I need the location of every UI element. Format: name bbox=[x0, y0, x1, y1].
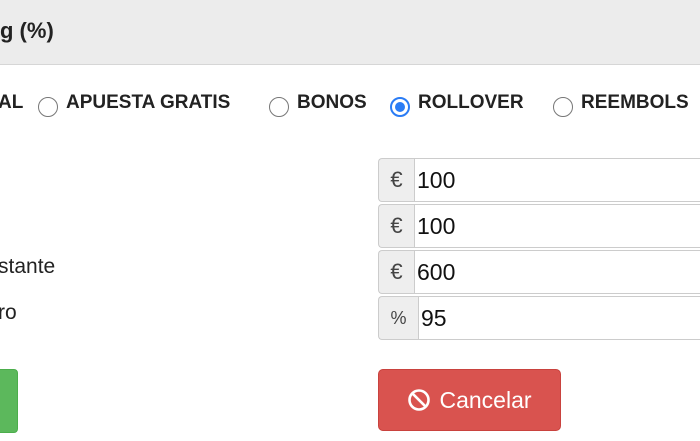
euro-addon: € bbox=[378, 158, 414, 202]
radio-label-apuesta-gratis[interactable]: APUESTA GRATIS bbox=[66, 92, 230, 114]
confirm-button[interactable] bbox=[0, 369, 18, 433]
input-group-3: € bbox=[378, 250, 700, 294]
amount-input-1[interactable] bbox=[414, 158, 700, 202]
input-group-1: € bbox=[378, 158, 700, 202]
cancel-button[interactable]: Cancelar bbox=[378, 369, 561, 431]
radio-label-rollover[interactable]: ROLLOVER bbox=[418, 92, 524, 114]
euro-addon: € bbox=[378, 204, 414, 248]
amount-input-3[interactable] bbox=[414, 250, 700, 294]
field-label-4: ro bbox=[0, 301, 17, 324]
radio-label-reembolso[interactable]: REEMBOLS bbox=[581, 92, 689, 114]
ban-icon bbox=[408, 389, 431, 411]
radio-apuesta-gratis[interactable] bbox=[38, 97, 58, 117]
percent-input[interactable] bbox=[418, 296, 700, 340]
field-label-3: stante bbox=[0, 255, 56, 278]
cancel-button-label: Cancelar bbox=[439, 386, 532, 413]
radio-rollover[interactable] bbox=[390, 97, 410, 117]
percent-addon: % bbox=[378, 296, 418, 340]
euro-addon: € bbox=[378, 250, 414, 294]
modal-title: g (%) bbox=[0, 18, 54, 43]
radio-label-bonos[interactable]: BONOS bbox=[297, 92, 367, 114]
input-group-2: € bbox=[378, 204, 700, 248]
radio-label-al[interactable]: AL bbox=[0, 92, 23, 114]
amount-input-2[interactable] bbox=[414, 204, 700, 248]
radio-reembolso[interactable] bbox=[553, 97, 573, 117]
radio-bonos[interactable] bbox=[269, 97, 289, 117]
input-group-4: % bbox=[378, 296, 700, 340]
modal-header: g (%) bbox=[0, 0, 700, 65]
